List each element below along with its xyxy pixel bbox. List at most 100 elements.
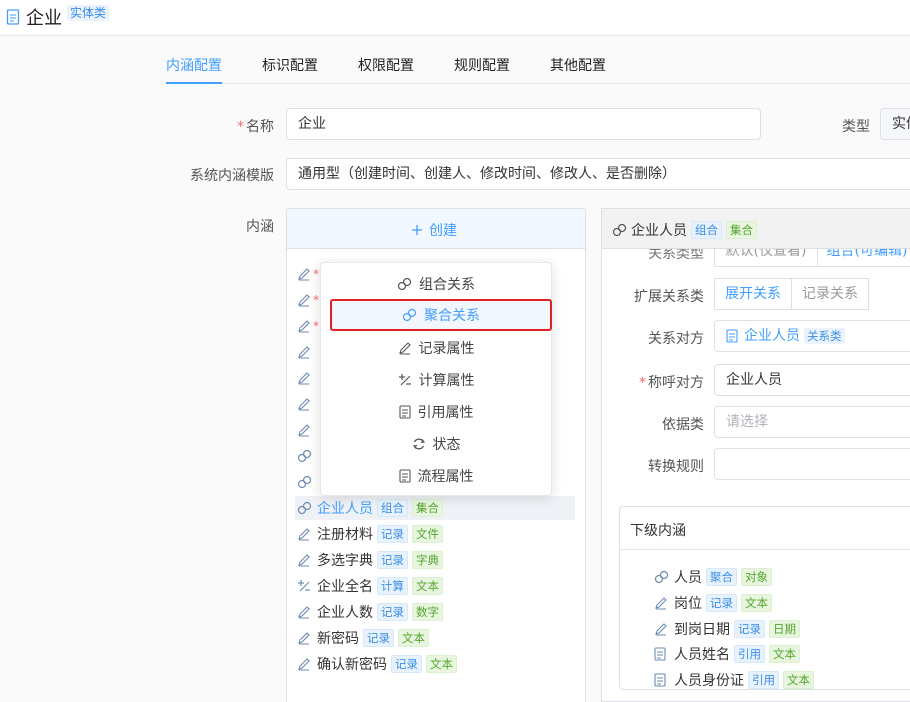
- tab-rule-config[interactable]: 规则配置: [454, 55, 510, 75]
- list-item[interactable]: 企业人员 组合 集合: [295, 496, 575, 520]
- link-icon: [402, 308, 417, 322]
- plus-icon: [411, 224, 423, 236]
- pencil-icon: [297, 631, 313, 645]
- template-label: 系统内涵模版: [190, 168, 274, 184]
- pencil-icon: [297, 423, 311, 437]
- tag-badge: 关系类: [804, 328, 845, 344]
- pencil-icon: *: [297, 267, 319, 281]
- call-field[interactable]: 企业人员: [714, 364, 910, 396]
- tag-badge: 记录: [377, 525, 408, 543]
- tag-badge: 文本: [783, 671, 814, 689]
- tag-badge: 引用: [748, 671, 779, 689]
- document-icon: [726, 329, 738, 343]
- tab-other-config[interactable]: 其他配置: [550, 55, 606, 75]
- document-icon: [654, 673, 670, 687]
- document-icon: [398, 469, 411, 483]
- pencil-icon: [297, 657, 313, 671]
- pencil-icon: [297, 553, 313, 567]
- menu-item-record-attr[interactable]: 记录属性: [321, 332, 551, 364]
- pencil-icon: [297, 605, 313, 619]
- counterpart-field[interactable]: 企业人员 关系类: [714, 320, 910, 352]
- link-icon: [397, 277, 412, 291]
- pencil-icon: *: [297, 319, 319, 333]
- tag-badge: 文本: [426, 655, 457, 673]
- list-item[interactable]: 岗位 记录 文本: [654, 592, 772, 614]
- type-label: 类型: [842, 119, 870, 135]
- pencil-icon: [398, 341, 412, 355]
- tag-badge: 记录: [377, 603, 408, 621]
- menu-item-composition[interactable]: 组合关系: [321, 268, 551, 300]
- tag-badge: 引用: [734, 645, 765, 663]
- link-icon: [654, 570, 670, 584]
- list-item[interactable]: 到岗日期 记录 日期: [654, 618, 800, 640]
- entity-type-badge: 实体类: [67, 5, 110, 21]
- tab-content-config[interactable]: 内涵配置: [166, 55, 222, 75]
- basis-label: 依据类: [662, 417, 704, 433]
- type-field[interactable]: 实体: [880, 108, 910, 140]
- convert-rule-field[interactable]: [714, 448, 910, 480]
- list-item[interactable]: 新密码 记录 文本: [297, 626, 429, 650]
- pencil-icon: [297, 397, 311, 411]
- tag-badge: 记录: [377, 551, 408, 569]
- menu-item-state[interactable]: 状态: [321, 428, 551, 460]
- tab-permission-config[interactable]: 权限配置: [358, 55, 414, 75]
- pencil-icon: *: [297, 293, 319, 307]
- tag-badge: 数字: [412, 603, 443, 621]
- document-icon: [6, 9, 20, 25]
- template-select[interactable]: 通用型（创建时间、创建人、修改时间、修改人、是否删除）: [286, 158, 910, 190]
- list-item[interactable]: 人员姓名 引用 文本: [654, 643, 800, 665]
- tag-badge: 计算: [377, 577, 408, 595]
- basis-select[interactable]: 请选择: [714, 406, 910, 438]
- tag-badge: 记录: [706, 594, 737, 612]
- tag-badge: 集合: [412, 499, 443, 517]
- pencil-icon: [654, 622, 670, 636]
- menu-item-ref-attr[interactable]: 引用属性: [321, 396, 551, 428]
- content-label: 内涵: [246, 219, 274, 235]
- page-header: 企业 实体类: [0, 0, 910, 36]
- detail-panel: 关系类型 默认(仅查看) 组合(可编辑) 企业人员 组合 集合 扩展关系类 展开…: [601, 208, 910, 702]
- tag-badge: 记录: [363, 629, 394, 647]
- active-tab-indicator: [166, 82, 222, 84]
- pencil-icon: [297, 371, 311, 385]
- tag-badge: 组合: [691, 221, 722, 239]
- list-item[interactable]: 企业全名 计算 文本: [297, 574, 443, 598]
- list-item[interactable]: 多选字典 记录 字典: [297, 548, 443, 572]
- link-icon: [612, 223, 627, 237]
- menu-item-aggregation[interactable]: 聚合关系: [330, 299, 552, 331]
- sub-content-panel: 下级内涵 人员 聚合 对象 岗位 记录 文本 到岗日期 记录 日期 人员姓名 引…: [619, 506, 910, 690]
- tag-badge: 记录: [391, 655, 422, 673]
- expand-label: 扩展关系类: [634, 289, 704, 305]
- tag-badge: 集合: [726, 221, 757, 239]
- counterpart-label: 关系对方: [648, 331, 704, 347]
- list-item[interactable]: 企业人数 记录 数字: [297, 600, 443, 624]
- tag-badge: 文本: [741, 594, 772, 612]
- list-item[interactable]: 确认新密码 记录 文本: [297, 652, 457, 676]
- refresh-icon: [412, 437, 426, 451]
- pencil-icon: [654, 596, 670, 610]
- tag-badge: 文本: [398, 629, 429, 647]
- pencil-icon: [297, 527, 313, 541]
- link-icon: [297, 501, 313, 515]
- tag-badge: 日期: [769, 620, 800, 638]
- tab-bar: 内涵配置 标识配置 权限配置 规则配置 其他配置: [166, 40, 910, 84]
- sub-content-title: 下级内涵: [620, 507, 910, 550]
- calc-icon: [297, 579, 313, 593]
- name-field[interactable]: 企业: [286, 108, 761, 140]
- expand-option-expand[interactable]: 展开关系: [714, 278, 792, 310]
- list-item[interactable]: 人员 聚合 对象: [654, 566, 772, 588]
- document-icon: [654, 647, 670, 661]
- menu-item-calc-attr[interactable]: 计算属性: [321, 364, 551, 396]
- tag-badge: 文本: [769, 645, 800, 663]
- expand-option-record[interactable]: 记录关系: [791, 278, 869, 310]
- tag-badge: 聚合: [706, 568, 737, 586]
- create-dropdown-menu: 组合关系 聚合关系 记录属性 计算属性 引用属性 状态 流程属性: [320, 262, 552, 496]
- document-icon: [398, 405, 411, 419]
- convert-label: 转换规则: [648, 459, 704, 475]
- list-item[interactable]: 注册材料 记录 文件: [297, 522, 443, 546]
- call-label: * 称呼对方: [639, 375, 704, 391]
- create-button[interactable]: 创建: [287, 209, 585, 249]
- tab-identity-config[interactable]: 标识配置: [262, 55, 318, 75]
- list-item[interactable]: 人员身份证 引用 文本: [654, 669, 814, 691]
- detail-title: 企业人员: [631, 223, 687, 239]
- menu-item-flow-attr[interactable]: 流程属性: [321, 460, 551, 492]
